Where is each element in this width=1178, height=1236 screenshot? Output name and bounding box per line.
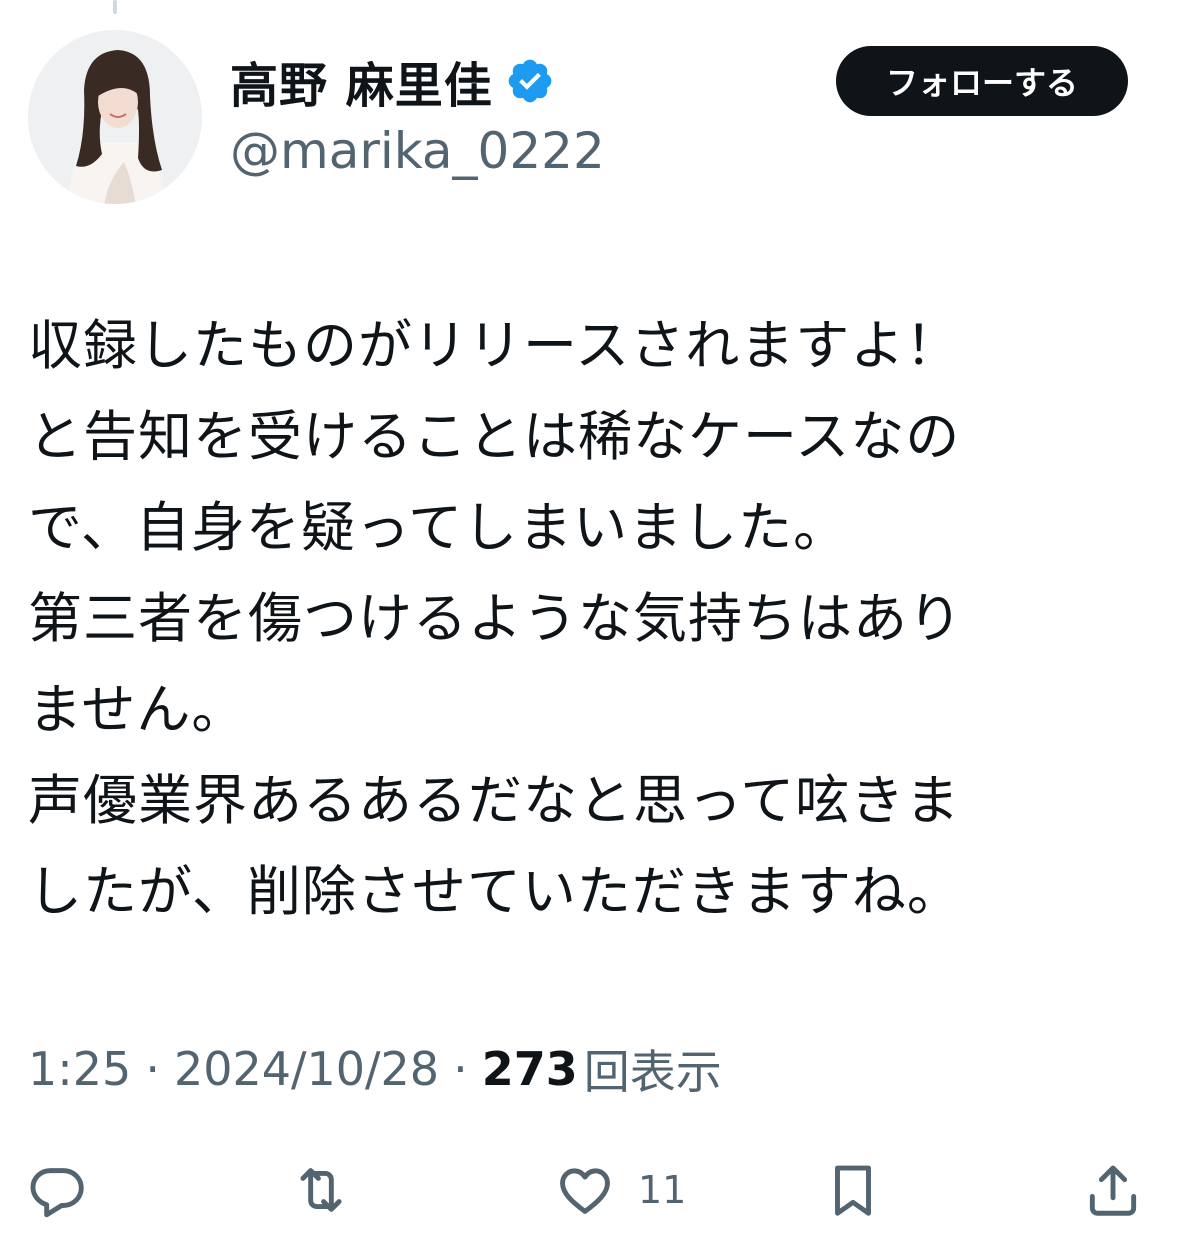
tweet-time[interactable]: 1:25 bbox=[28, 1042, 131, 1096]
action-bar: 11 bbox=[0, 1150, 1178, 1230]
bookmark-icon bbox=[835, 1165, 871, 1216]
display-name[interactable]: 高野 麻里佳 bbox=[230, 46, 493, 116]
like-button[interactable]: 11 bbox=[554, 1150, 686, 1230]
follow-button[interactable]: フォローする bbox=[836, 46, 1128, 116]
share-icon bbox=[1089, 1165, 1137, 1216]
views-label[interactable]: 回表示 bbox=[584, 1036, 722, 1102]
meta-separator: · bbox=[453, 1042, 468, 1096]
like-count: 11 bbox=[638, 1168, 687, 1212]
share-button[interactable] bbox=[1082, 1150, 1144, 1230]
retweet-button[interactable] bbox=[290, 1150, 352, 1230]
bookmark-button[interactable] bbox=[822, 1150, 884, 1230]
tweet-line: 声優業界あるあるだなと思って呟きま bbox=[28, 769, 961, 832]
tweet-line: 第三者を傷つけるような気持ちはあり bbox=[28, 587, 963, 650]
verified-badge-icon bbox=[505, 56, 555, 106]
tweet-meta: 1:25 · 2024/10/28 · 273 回表示 bbox=[28, 1036, 722, 1102]
author-name-row[interactable]: 高野 麻里佳 bbox=[230, 46, 555, 116]
reply-icon bbox=[30, 1168, 84, 1218]
avatar[interactable] bbox=[28, 30, 202, 204]
avatar-image bbox=[28, 30, 202, 204]
tweet-line: 収録したものがリリースされますよ！ bbox=[28, 314, 961, 377]
thread-connector-line bbox=[113, 0, 117, 14]
author-handle[interactable]: @marika_0222 bbox=[230, 122, 605, 180]
meta-separator: · bbox=[145, 1042, 160, 1096]
views-count[interactable]: 273 bbox=[482, 1042, 578, 1096]
heart-icon bbox=[560, 1168, 610, 1214]
tweet-line: と告知を受けることは稀なケースなの bbox=[28, 405, 961, 468]
retweet-icon bbox=[300, 1168, 342, 1212]
reply-button[interactable] bbox=[26, 1150, 88, 1230]
tweet-date[interactable]: 2024/10/28 bbox=[174, 1042, 439, 1096]
tweet-text: 収録したものがリリースされますよ！ と告知を受けることは稀なケースなの で、自身… bbox=[28, 300, 1148, 937]
tweet-line: したが、削除させていただきますね。 bbox=[28, 860, 962, 923]
tweet-line: ません。 bbox=[28, 678, 247, 741]
tweet-line: で、自身を疑ってしまいました。 bbox=[28, 496, 849, 559]
